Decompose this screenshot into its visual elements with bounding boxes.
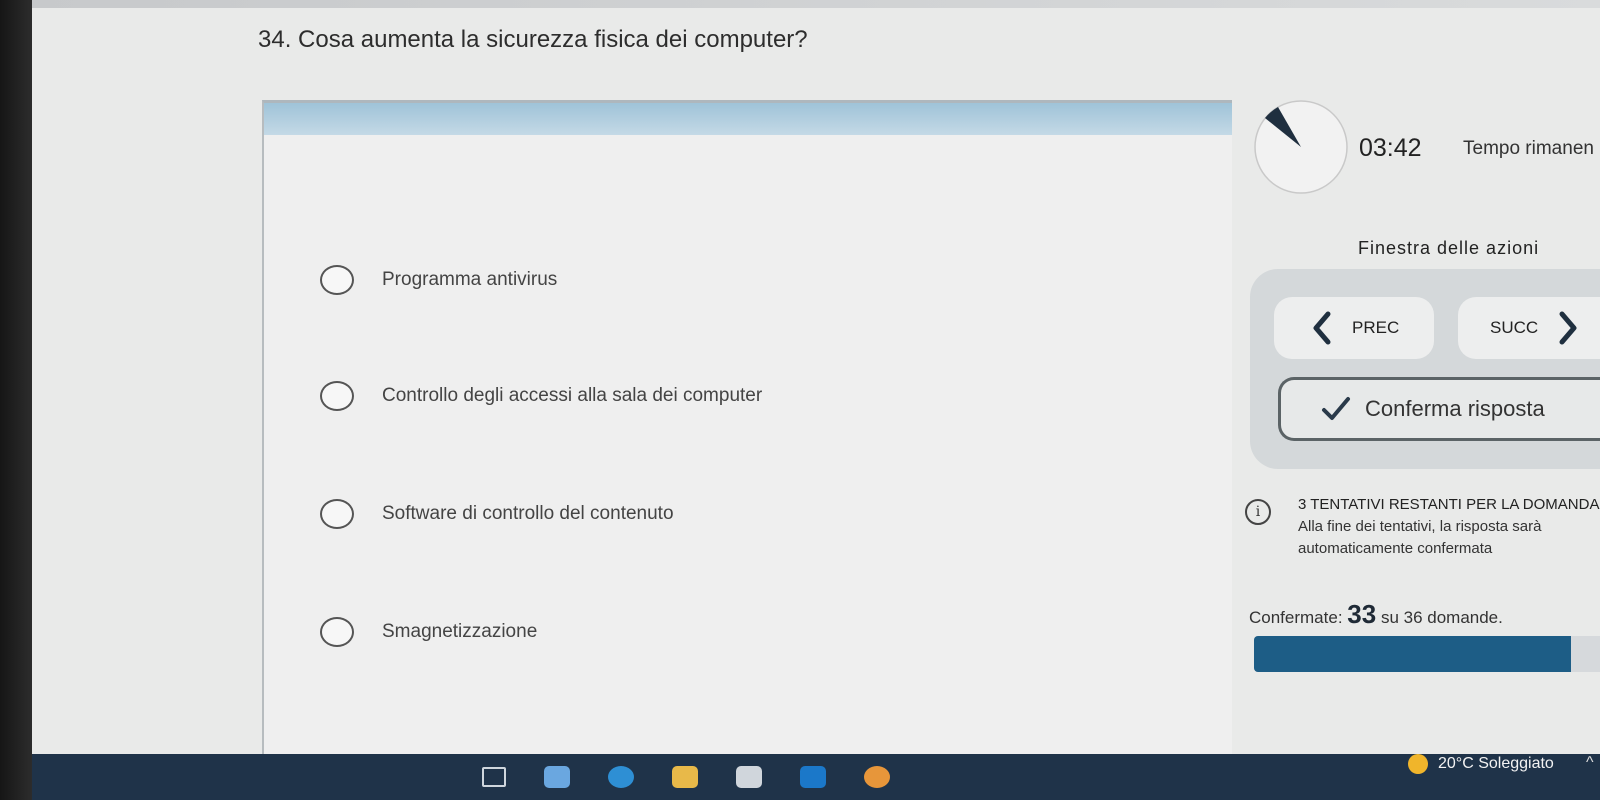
- weather-widget[interactable]: 20°C Soleggiato: [1408, 754, 1554, 774]
- taskbar: [32, 754, 1600, 800]
- panel-header-bar: [264, 103, 1232, 135]
- confirm-label: Conferma risposta: [1365, 396, 1545, 421]
- weather-text: 20°C Soleggiato: [1438, 755, 1554, 772]
- option-content-control[interactable]: Software di controllo del contenuto: [320, 499, 674, 529]
- option-label: Software di controllo del contenuto: [382, 503, 674, 524]
- chevron-left-icon: [1313, 311, 1331, 345]
- option-label: Controllo degli accessi alla sala dei co…: [382, 385, 763, 406]
- taskbar-icons: [482, 766, 890, 788]
- app-icon-orange[interactable]: [864, 766, 890, 788]
- option-degaussing[interactable]: Smagnetizzazione: [320, 617, 537, 647]
- radio-button[interactable]: [320, 265, 354, 295]
- prev-button[interactable]: PREC: [1274, 297, 1434, 359]
- confirm-answer-button[interactable]: Conferma risposta: [1278, 377, 1600, 441]
- outlook-icon[interactable]: [800, 766, 826, 788]
- radio-button[interactable]: [320, 499, 354, 529]
- option-antivirus[interactable]: Programma antivirus: [320, 265, 557, 295]
- confirmed-suffix: su 36 domande.: [1380, 608, 1503, 627]
- app-icon[interactable]: [544, 766, 570, 788]
- option-label: Smagnetizzazione: [382, 621, 538, 642]
- confirmed-number: 33: [1347, 599, 1377, 629]
- actions-title: Finestra delle azioni: [1358, 238, 1540, 258]
- screen-top-edge: [32, 0, 1600, 8]
- info-icon: i: [1245, 499, 1271, 525]
- radio-button[interactable]: [320, 381, 354, 411]
- monitor-bezel: [0, 0, 32, 800]
- chevron-up-icon[interactable]: ^: [1586, 754, 1594, 772]
- question-title: 34. Cosa aumenta la sicurezza fisica dei…: [258, 26, 808, 54]
- timer-value: 03:42: [1359, 134, 1422, 162]
- file-explorer-icon[interactable]: [672, 766, 698, 788]
- edge-icon[interactable]: [608, 766, 634, 788]
- progress-bar: [1254, 636, 1600, 672]
- chevron-right-icon: [1559, 311, 1577, 345]
- timer-label: Tempo rimanen: [1463, 138, 1594, 159]
- attempts-description: Alla fine dei tentativi, la risposta sar…: [1298, 518, 1542, 557]
- task-view-icon[interactable]: [482, 767, 506, 787]
- progress-fill: [1254, 636, 1572, 672]
- next-label: SUCC: [1490, 318, 1539, 337]
- timer-dial-icon: [1254, 100, 1348, 194]
- prev-label: PREC: [1352, 318, 1400, 337]
- attempts-title: 3 TENTATIVI RESTANTI PER LA DOMANDA: [1298, 496, 1600, 513]
- next-button[interactable]: SUCC: [1458, 297, 1600, 359]
- question-text: Cosa aumenta la sicurezza fisica dei com…: [298, 26, 808, 53]
- answer-panel: Programma antivirus Controllo degli acce…: [262, 100, 1232, 763]
- checkmark-icon: [1322, 397, 1350, 420]
- store-icon[interactable]: [736, 766, 762, 788]
- option-access-control[interactable]: Controllo degli accessi alla sala dei co…: [320, 381, 762, 411]
- question-number: 34.: [258, 26, 292, 53]
- confirmed-prefix: Confermate:: [1249, 608, 1343, 627]
- sun-icon: [1408, 754, 1428, 774]
- option-label: Programma antivirus: [382, 269, 558, 290]
- confirmed-count: Confermate: 33 su 36 domande.: [1249, 599, 1503, 630]
- radio-button[interactable]: [320, 617, 354, 647]
